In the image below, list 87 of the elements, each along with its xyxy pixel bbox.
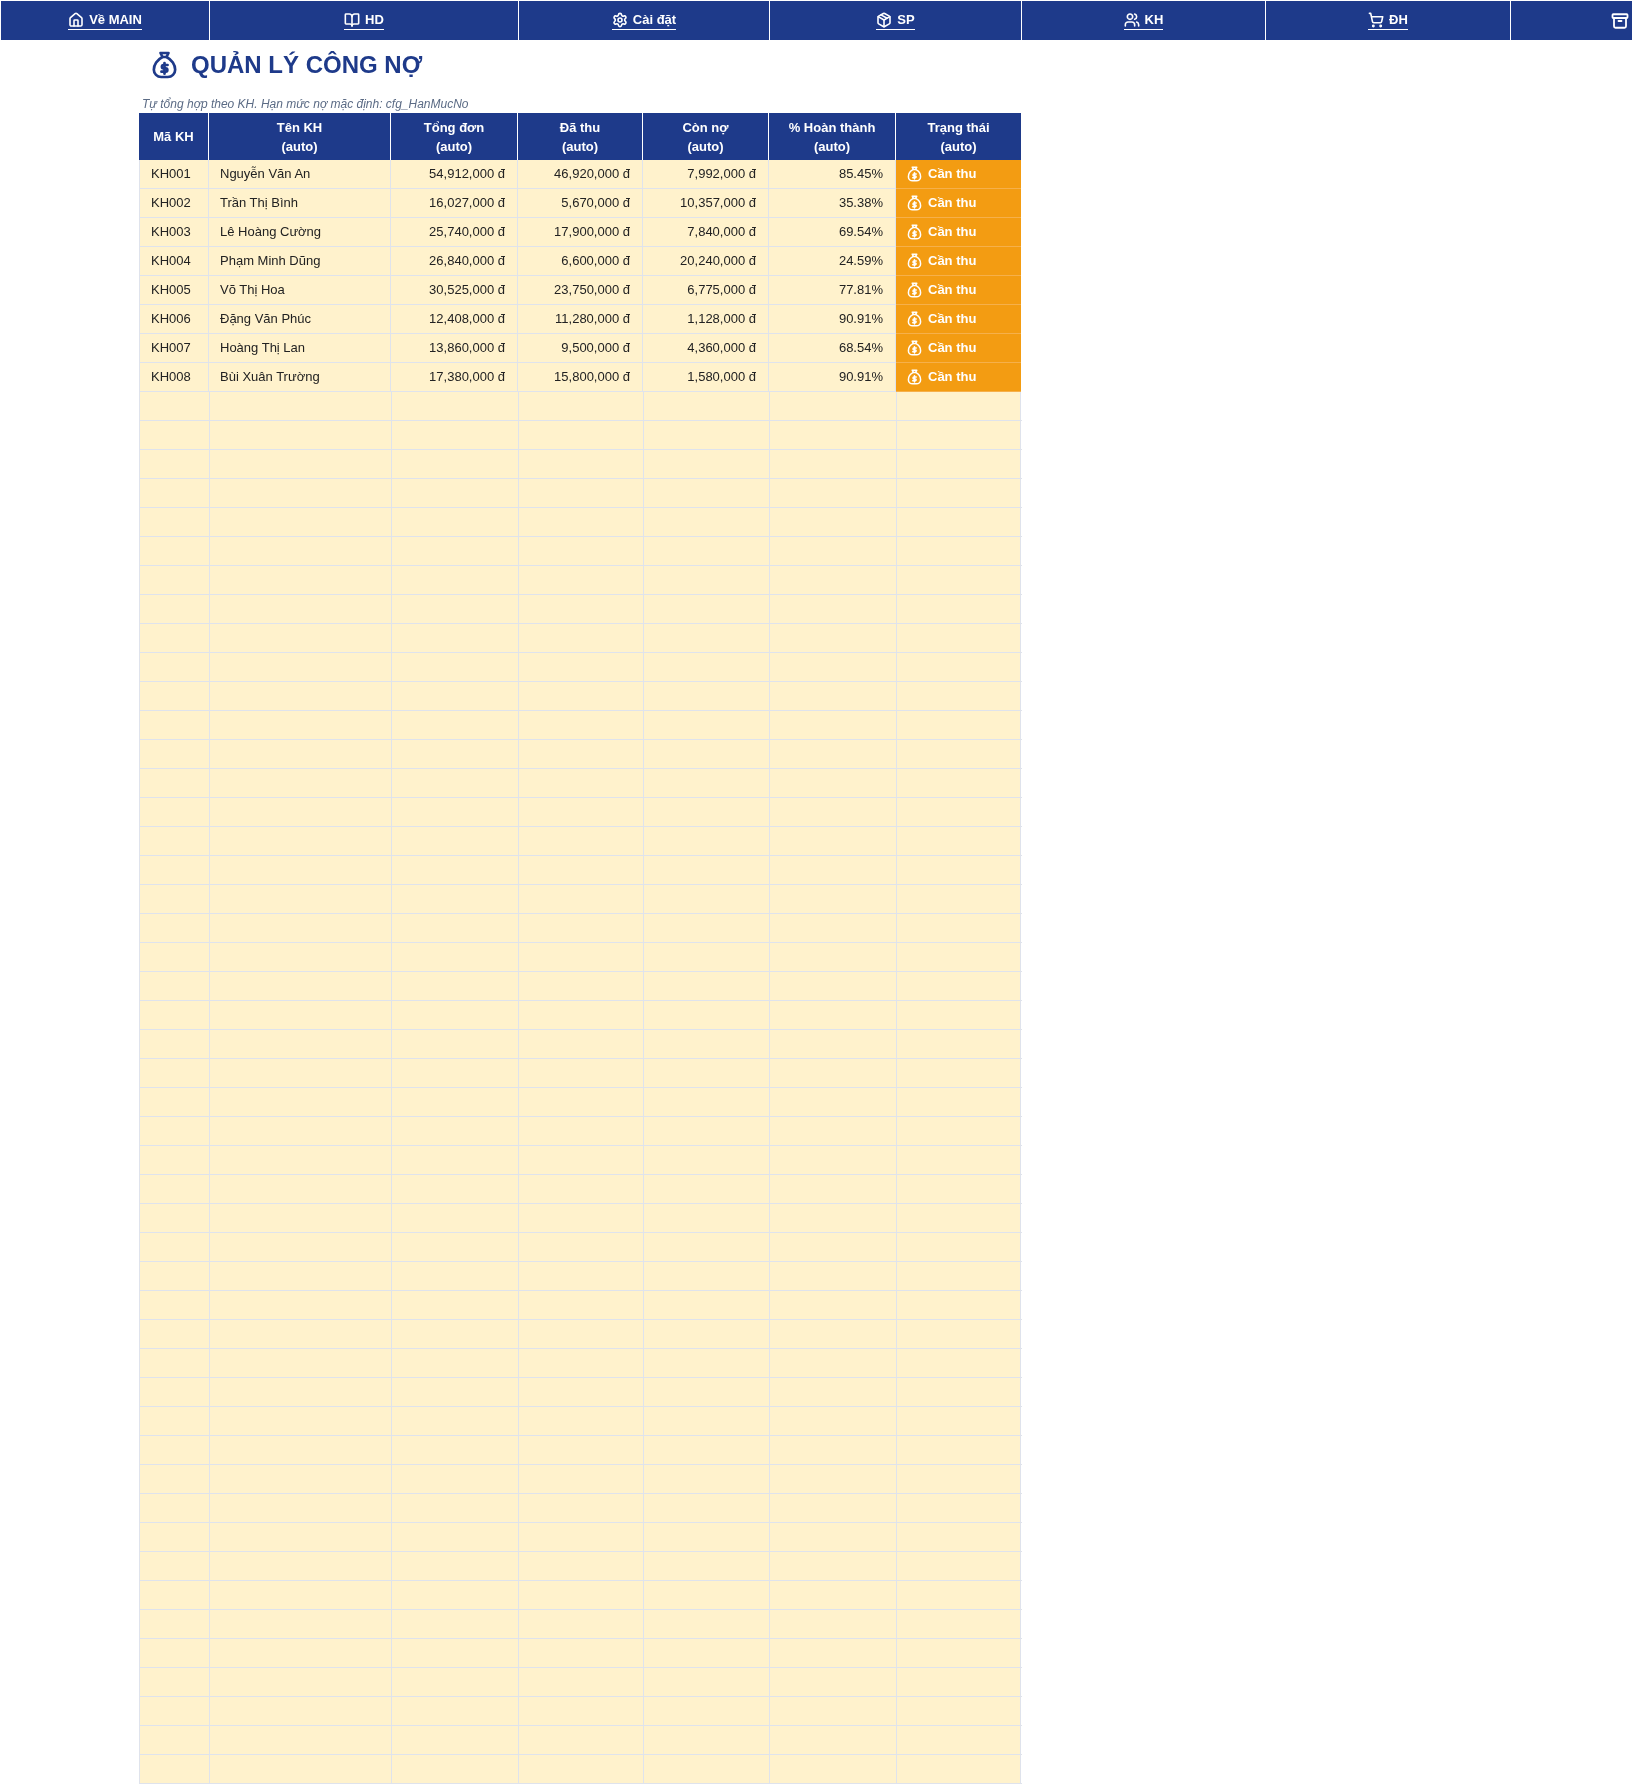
paid-amount-cell: 15,800,000 đ (518, 363, 643, 392)
paid-amount-cell: 5,670,000 đ (518, 189, 643, 218)
nav-link[interactable]: SP (876, 11, 915, 30)
paid-amount-cell: 6,600,000 đ (518, 247, 643, 276)
status-label: Cần thu (928, 281, 977, 300)
completion-cell: 85.45% (769, 160, 896, 189)
paid-amount-cell: 9,500,000 đ (518, 334, 643, 363)
paid-amount-cell: 46,920,000 đ (518, 160, 643, 189)
column-header: % Hoàn thành (auto) (769, 113, 896, 160)
money-bag-icon (907, 253, 922, 269)
completion-cell: 35.38% (769, 189, 896, 218)
nav-link[interactable]: Cài đặt (611, 11, 677, 30)
customer-name-cell: Phạm Minh Dũng (209, 247, 391, 276)
column-header: Tổng đơn (auto) (391, 113, 518, 160)
status-label: Cần thu (928, 194, 977, 213)
customer-id-cell: KH006 (139, 305, 209, 334)
column-header: Trạng thái (auto) (896, 113, 1021, 160)
completion-cell: 90.91% (769, 305, 896, 334)
paid-amount-cell: 23,750,000 đ (518, 276, 643, 305)
debt-cell: 1,128,000 đ (643, 305, 769, 334)
status-label: Cần thu (928, 339, 977, 358)
status-label: Cần thu (928, 165, 977, 184)
order-total-cell: 12,408,000 đ (391, 305, 518, 334)
order-total-cell: 26,840,000 đ (391, 247, 518, 276)
customer-name-cell: Nguyễn Văn An (209, 160, 391, 189)
debt-cell: 20,240,000 đ (643, 247, 769, 276)
order-total-cell: 30,525,000 đ (391, 276, 518, 305)
customer-name-cell: Đặng Văn Phúc (209, 305, 391, 334)
customer-name-cell: Trần Thị Bình (209, 189, 391, 218)
completion-cell: 90.91% (769, 363, 896, 392)
customer-name-cell: Bùi Xuân Trường (209, 363, 391, 392)
customer-name-cell: Võ Thị Hoa (209, 276, 391, 305)
column-header: Mã KH (139, 113, 209, 160)
people-icon (1123, 11, 1140, 28)
nav-link[interactable]: ĐH (1368, 11, 1408, 30)
cart-icon (1368, 11, 1385, 28)
order-total-cell: 25,740,000 đ (391, 218, 518, 247)
customer-name-cell: Hoàng Thị Lan (209, 334, 391, 363)
money-bag-icon (907, 195, 922, 211)
order-total-cell: 13,860,000 đ (391, 334, 518, 363)
completion-cell: 24.59% (769, 247, 896, 276)
customer-id-cell: KH002 (139, 189, 209, 218)
customer-name-cell: Lê Hoàng Cường (209, 218, 391, 247)
book-icon (344, 11, 361, 28)
debt-cell: 10,357,000 đ (643, 189, 769, 218)
customer-id-cell: KH003 (139, 218, 209, 247)
customer-id-cell: KH001 (139, 160, 209, 189)
order-total-cell: 54,912,000 đ (391, 160, 518, 189)
order-total-cell: 16,027,000 đ (391, 189, 518, 218)
money-bag-icon (907, 224, 922, 240)
column-header: Còn nợ (auto) (643, 113, 769, 160)
debt-cell: 7,992,000 đ (643, 160, 769, 189)
nav-link[interactable]: HD (344, 11, 384, 30)
paid-amount-cell: 17,900,000 đ (518, 218, 643, 247)
debt-cell: 6,775,000 đ (643, 276, 769, 305)
nav-link[interactable]: Về MAIN (68, 11, 142, 30)
status-label: Cần thu (928, 223, 977, 242)
archive-box-icon[interactable] (1611, 11, 1629, 30)
money-bag-icon (907, 166, 922, 182)
money-bag-icon (151, 51, 178, 79)
gear-icon (611, 11, 628, 28)
page-subtitle: Tự tổng hợp theo KH. Hạn mức nợ mặc định: cfg_HanMucNo (142, 97, 470, 111)
status-label: Cần thu (928, 252, 977, 271)
completion-cell: 77.81% (769, 276, 896, 305)
money-bag-icon (907, 311, 922, 327)
customer-id-cell: KH004 (139, 247, 209, 276)
paid-amount-cell: 11,280,000 đ (518, 305, 643, 334)
nav-link[interactable]: KH (1123, 11, 1164, 30)
status-label: Cần thu (928, 310, 977, 329)
customer-id-cell: KH007 (139, 334, 209, 363)
completion-cell: 69.54% (769, 218, 896, 247)
page-title: QUẢN LÝ CÔNG NỢ (191, 50, 423, 80)
customer-id-cell: KH008 (139, 363, 209, 392)
house-icon (68, 11, 85, 28)
column-header: Đã thu (auto) (518, 113, 643, 160)
status-label: Cần thu (928, 368, 977, 387)
debt-cell: 7,840,000 đ (643, 218, 769, 247)
customer-id-cell: KH005 (139, 276, 209, 305)
debt-cell: 4,360,000 đ (643, 334, 769, 363)
column-header: Tên KH (auto) (209, 113, 391, 160)
completion-cell: 68.54% (769, 334, 896, 363)
order-total-cell: 17,380,000 đ (391, 363, 518, 392)
money-bag-icon (907, 369, 922, 385)
box-icon (876, 11, 893, 28)
debt-cell: 1,580,000 đ (643, 363, 769, 392)
money-bag-icon (907, 282, 922, 298)
money-bag-icon (907, 340, 922, 356)
